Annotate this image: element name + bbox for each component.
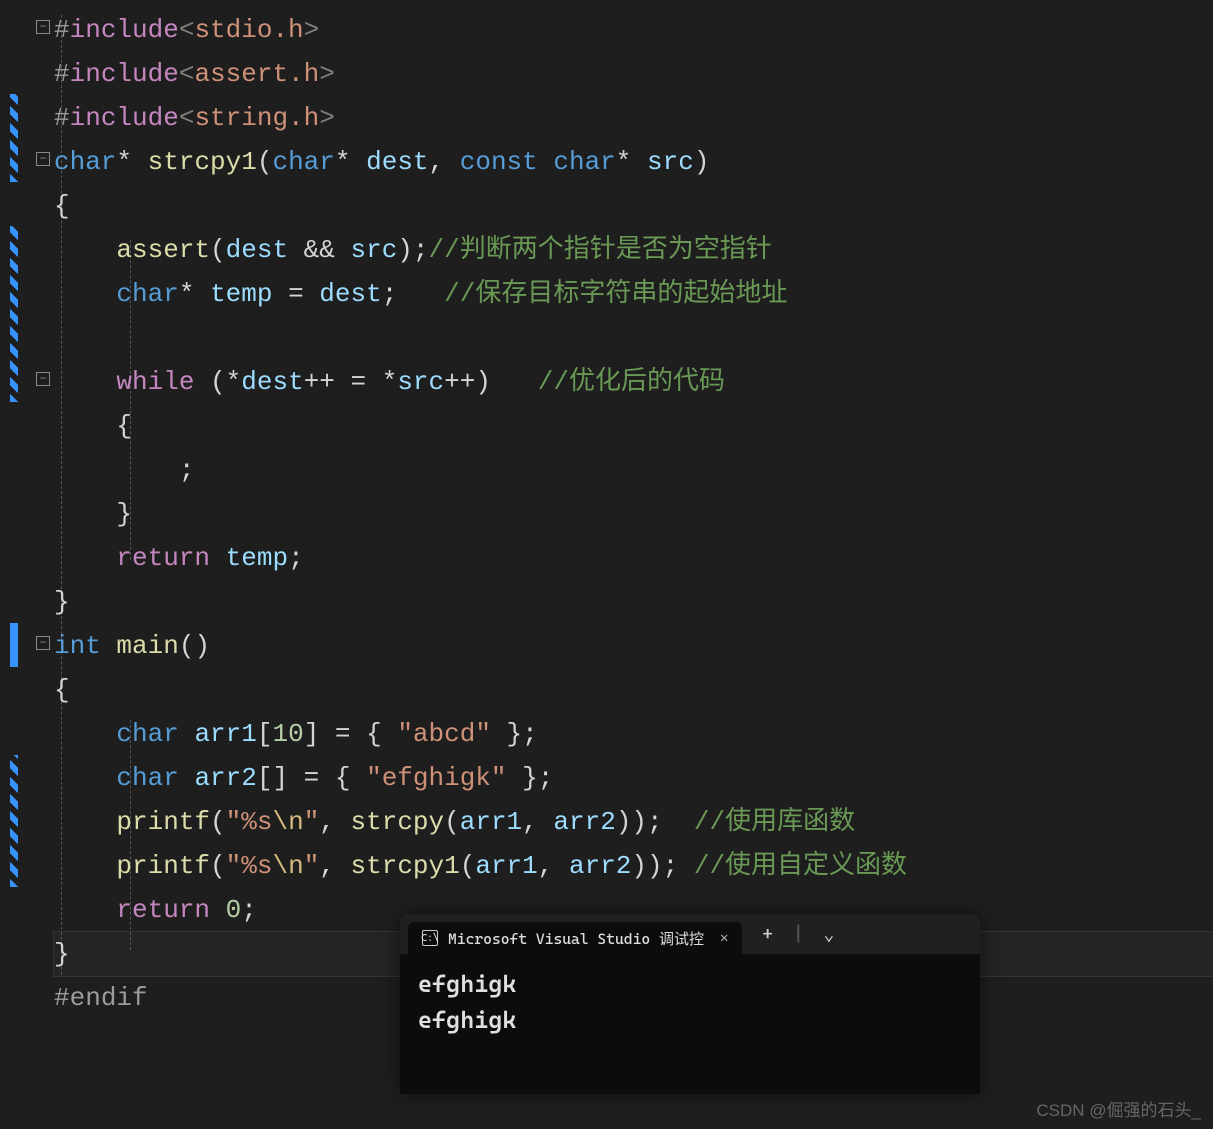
output-line: efghigk (418, 1002, 962, 1038)
change-marker (10, 226, 18, 402)
code-line: printf("%s\n", strcpy1(arr1, arr2)); //使… (54, 844, 1213, 888)
new-tab-button[interactable]: + (762, 924, 773, 945)
terminal-tab-title: Microsoft Visual Studio 调试控 (448, 928, 704, 949)
console-icon: C:\ (422, 930, 438, 946)
change-marker (10, 94, 18, 182)
code-line: } (54, 580, 1213, 624)
change-marker (10, 623, 18, 667)
code-line: while (*dest++ = *src++) //优化后的代码 (54, 360, 1213, 404)
terminal-tabbar: C:\ Microsoft Visual Studio 调试控 ✕ + | ⌄ (400, 914, 980, 954)
close-icon[interactable]: ✕ (720, 930, 728, 946)
code-line (54, 316, 1213, 360)
code-line: char arr2[] = { "efghigk" }; (54, 756, 1213, 800)
code-line: #include<string.h> (54, 96, 1213, 140)
code-line: { (54, 404, 1213, 448)
code-content[interactable]: #include<stdio.h> #include<assert.h> #in… (54, 0, 1213, 1020)
code-line: #include<assert.h> (54, 52, 1213, 96)
code-line: { (54, 668, 1213, 712)
watermark: CSDN @倔强的石头_ (1036, 1096, 1201, 1121)
dropdown-button[interactable]: ⌄ (823, 924, 834, 945)
fold-icon[interactable]: − (36, 152, 50, 166)
code-line: char* temp = dest; //保存目标字符串的起始地址 (54, 272, 1213, 316)
fold-icon[interactable]: − (36, 372, 50, 386)
code-line: char arr1[10] = { "abcd" }; (54, 712, 1213, 756)
code-line: } (54, 492, 1213, 536)
code-line: return temp; (54, 536, 1213, 580)
change-marker (10, 755, 18, 887)
fold-icon[interactable]: − (36, 20, 50, 34)
code-line: { (54, 184, 1213, 228)
code-line: printf("%s\n", strcpy(arr1, arr2)); //使用… (54, 800, 1213, 844)
terminal-output: efghigk efghigk (400, 954, 980, 1050)
code-line: char* strcpy1(char* dest, const char* sr… (54, 140, 1213, 184)
terminal-actions: + | ⌄ (762, 924, 834, 945)
code-line: assert(dest && src);//判断两个指针是否为空指针 (54, 228, 1213, 272)
fold-icon[interactable]: − (36, 636, 50, 650)
gutter: − − − − (0, 0, 54, 1020)
terminal-tab[interactable]: C:\ Microsoft Visual Studio 调试控 ✕ (408, 922, 742, 954)
code-line: #include<stdio.h> (54, 8, 1213, 52)
output-line: efghigk (418, 966, 962, 1002)
code-line: int main() (54, 624, 1213, 668)
terminal-window[interactable]: C:\ Microsoft Visual Studio 调试控 ✕ + | ⌄ … (400, 914, 980, 1094)
code-line: ; (54, 448, 1213, 492)
code-editor[interactable]: − − − − #include<stdio.h> #include<asser… (0, 0, 1213, 1020)
